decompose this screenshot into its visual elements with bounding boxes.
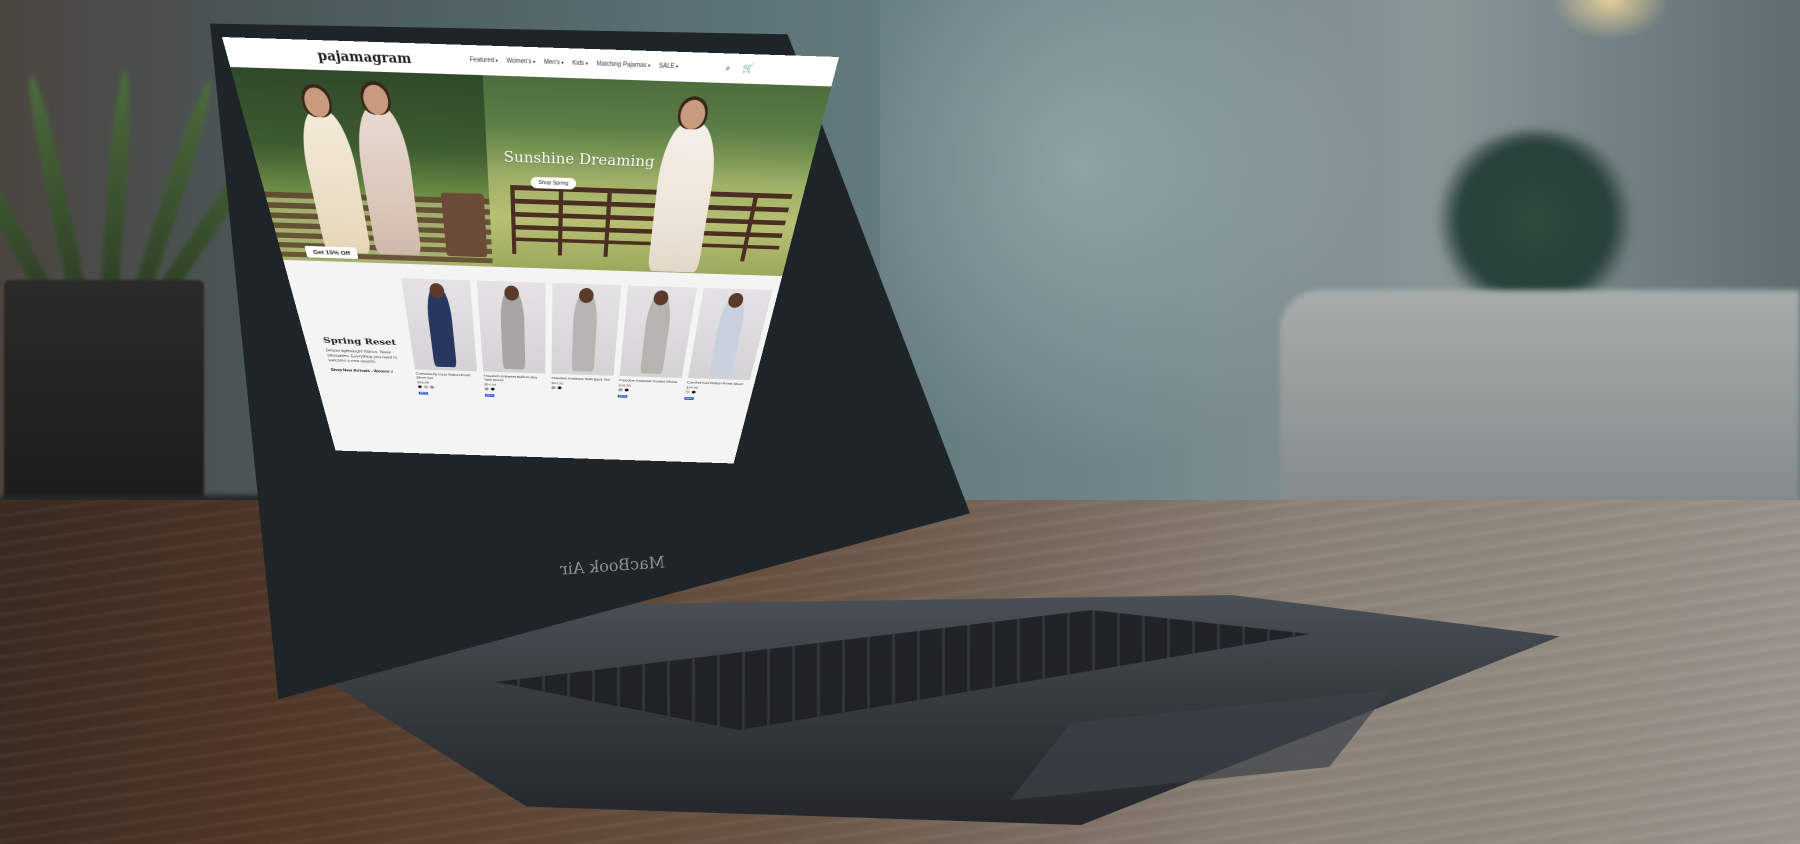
- background-plant: [1430, 130, 1640, 310]
- product-image[interactable]: [619, 285, 697, 378]
- new-badge: NEW: [484, 393, 495, 398]
- color-swatch[interactable]: [685, 390, 691, 394]
- new-badge: NEW: [684, 396, 695, 400]
- hero-banner: Sunshine Dreaming Shop Spring: [230, 66, 832, 277]
- hero-photo-right: Sunshine Dreaming Shop Spring: [482, 75, 832, 277]
- adirondack-chair: [440, 192, 488, 258]
- shop-spring-button[interactable]: Shop Spring: [530, 176, 577, 190]
- color-swatch[interactable]: [557, 386, 562, 390]
- menu-womens[interactable]: Women's: [506, 58, 535, 66]
- potted-plant: [0, 20, 296, 306]
- new-badge: NEW: [617, 394, 628, 398]
- product-figure: [639, 294, 674, 375]
- product-figure: [571, 291, 599, 372]
- product-grid: Consciously Cozy Button-Front Short Set …: [401, 278, 773, 406]
- color-swatch[interactable]: [484, 387, 489, 391]
- product-card[interactable]: Freedom Knitwear Built-In-Bra Tank Dress…: [476, 280, 546, 400]
- menu-mens[interactable]: Men's: [544, 59, 564, 66]
- product-card[interactable]: Freedom Knitwear Split Back Tee $49.99: [551, 282, 622, 401]
- product-card[interactable]: Consciously Cozy Button-Front Short Set …: [401, 278, 479, 397]
- new-badge: NEW: [418, 391, 429, 395]
- product-figure: [708, 296, 749, 377]
- color-swatches: [618, 388, 679, 393]
- color-swatch[interactable]: [624, 388, 629, 392]
- promo-button[interactable]: Get 15% Off: [304, 245, 359, 260]
- color-swatch[interactable]: [691, 390, 697, 394]
- search-icon[interactable]: ⌕: [725, 63, 735, 73]
- color-swatches: [484, 387, 545, 392]
- section-title: Spring Reset: [322, 335, 397, 348]
- product-image[interactable]: [551, 282, 622, 376]
- spring-reset-copy: Spring Reset Deluxe lightweight fabrics.…: [322, 336, 406, 375]
- color-swatch[interactable]: [618, 388, 623, 392]
- site-logo[interactable]: pajamagram: [316, 48, 412, 67]
- menu-featured[interactable]: Featured: [470, 56, 499, 64]
- plant-pot: [4, 280, 204, 520]
- color-swatch[interactable]: [490, 387, 495, 391]
- product-figure: [424, 286, 457, 368]
- color-swatches: [685, 390, 747, 395]
- product-name[interactable]: Consciously Cozy Button-Front Short Set: [415, 372, 477, 382]
- product-card[interactable]: Freedom Knitwear Pocket Shorts $39.99 NE…: [617, 285, 697, 403]
- menu-sale[interactable]: SALE: [659, 62, 679, 69]
- photo-scene: MacBook Air pajamagram Featured Women's …: [0, 0, 1800, 844]
- product-figure: [499, 289, 526, 370]
- shop-new-arrivals-link[interactable]: Shop New Arrivals - Women >: [330, 368, 393, 374]
- color-swatch[interactable]: [429, 385, 435, 389]
- cart-icon[interactable]: 🛒: [742, 63, 754, 74]
- main-menu: Featured Women's Men's Kids Matching Paj…: [470, 56, 679, 70]
- product-image[interactable]: [476, 280, 546, 374]
- menu-matching-pajamas[interactable]: Matching Pajamas: [596, 60, 650, 69]
- menu-kids[interactable]: Kids: [572, 60, 588, 67]
- section-text: Deluxe lightweight fabrics. Sleek silhou…: [325, 348, 398, 364]
- color-swatch[interactable]: [423, 385, 429, 389]
- color-swatch[interactable]: [417, 385, 423, 389]
- color-swatch[interactable]: [551, 385, 556, 390]
- color-swatches: [551, 385, 612, 391]
- product-name[interactable]: Freedom Knitwear Built-In-Bra Tank Dress: [483, 374, 545, 384]
- product-model-head: [504, 285, 520, 301]
- spring-reset-section: Spring Reset Deluxe lightweight fabrics.…: [283, 259, 783, 464]
- color-swatches: [417, 385, 478, 390]
- product-image[interactable]: [401, 278, 478, 372]
